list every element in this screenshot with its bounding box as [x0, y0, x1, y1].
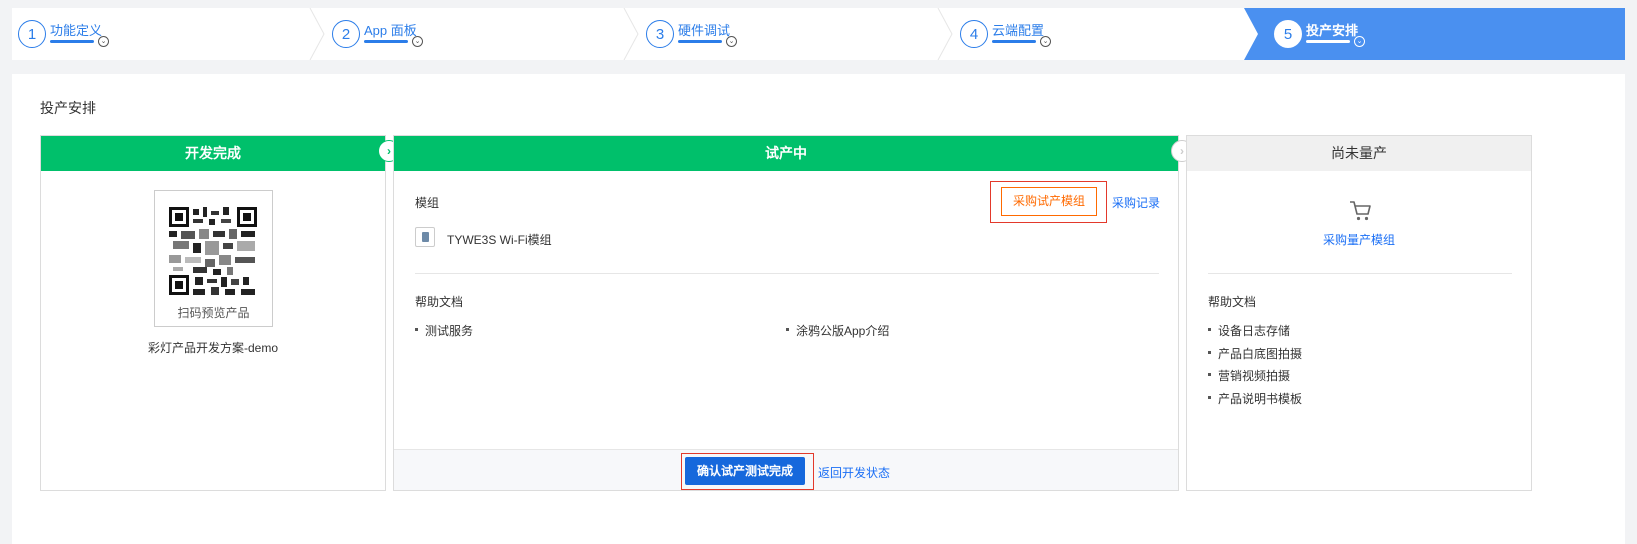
confirm-trial-complete-button[interactable]: 确认试产测试完成	[685, 457, 805, 485]
step-3[interactable]: 3 硬件调试 ⌄	[640, 8, 940, 60]
progress-stepper: 1 功能定义 ⌄ 2 App 面板 ⌄ 3 硬件调试 ⌄ 4 云端配置 ⌄ 5 …	[12, 8, 1625, 60]
step-number: 3	[646, 20, 674, 48]
back-to-dev-link[interactable]: 返回开发状态	[818, 464, 890, 481]
qr-preview: 扫码预览产品	[154, 190, 273, 327]
chevron-down-icon[interactable]: ⌄	[1040, 36, 1051, 47]
cart-icon[interactable]	[1349, 200, 1373, 222]
scheme-name: 彩灯产品开发方案-demo	[147, 341, 278, 355]
module-name: TYWE3S Wi-Fi模组	[447, 233, 552, 247]
step-label: 功能定义	[50, 23, 103, 38]
help-link-marketing-video[interactable]: 营销视频拍摄	[1208, 367, 1290, 384]
step-label: 硬件调试	[678, 23, 731, 38]
step-label: 投产安排	[1306, 23, 1359, 38]
step-number: 5	[1274, 20, 1302, 48]
dev-complete-column: 开发完成 扫码预览产品 彩灯产品开发方案-demo	[40, 135, 386, 491]
step-4[interactable]: 4 云端配置 ⌄	[954, 8, 1244, 60]
step-progress-bar	[364, 40, 408, 43]
step-separator	[309, 8, 325, 60]
step-progress-bar	[1306, 40, 1350, 43]
column-header: 开发完成	[41, 136, 385, 171]
column-footer: 确认试产测试完成 返回开发状态	[394, 449, 1178, 490]
help-link-app-intro[interactable]: 涂鸦公版App介绍	[786, 322, 889, 339]
chevron-down-icon[interactable]: ⌄	[412, 36, 423, 47]
buy-mass-module-link[interactable]: 采购量产模组	[1187, 231, 1531, 248]
column-header: 尚未量产	[1187, 136, 1531, 171]
divider	[1208, 273, 1512, 274]
step-label: 云端配置	[992, 23, 1045, 38]
chevron-down-icon[interactable]: ⌄	[1354, 36, 1365, 47]
main-panel: 投产安排 开发完成 扫码预览产品 彩灯产品开发方案-demo › 试产中 模组 …	[12, 74, 1625, 544]
qr-caption: 扫码预览产品	[177, 306, 250, 320]
step-number: 1	[18, 20, 46, 48]
help-link-manual-template[interactable]: 产品说明书模板	[1208, 390, 1302, 407]
step-separator	[937, 8, 953, 60]
trial-production-column: 试产中 模组 采购试产模组 采购记录 TYWE3S Wi-Fi模组 帮助文档 测…	[393, 135, 1179, 491]
help-link-white-bg-photo[interactable]: 产品白底图拍摄	[1208, 345, 1302, 362]
mass-production-column: 尚未量产 采购量产模组 帮助文档 设备日志存储 产品白底图拍摄 营销视频拍摄 产…	[1186, 135, 1532, 491]
qr-code	[169, 207, 257, 295]
step-progress-bar	[992, 40, 1036, 43]
step-number: 2	[332, 20, 360, 48]
step-progress-bar	[50, 40, 94, 43]
help-link-device-log[interactable]: 设备日志存储	[1208, 322, 1290, 339]
column-header: 试产中	[394, 136, 1178, 171]
step-separator	[623, 8, 639, 60]
chevron-down-icon[interactable]: ⌄	[98, 36, 109, 47]
step-2[interactable]: 2 App 面板 ⌄	[326, 8, 626, 60]
step-label: App 面板	[364, 23, 417, 38]
step-number: 4	[960, 20, 988, 48]
buy-trial-module-button[interactable]: 采购试产模组	[1001, 187, 1097, 216]
chevron-down-icon[interactable]: ⌄	[726, 36, 737, 47]
purchase-record-link[interactable]: 采购记录	[1112, 194, 1160, 211]
step-5[interactable]: 5 投产安排 ⌄	[1268, 8, 1468, 60]
help-link-test-service[interactable]: 测试服务	[415, 322, 473, 339]
help-docs-label: 帮助文档	[415, 295, 464, 309]
module-chip-icon	[415, 227, 435, 247]
divider	[415, 273, 1159, 274]
page-title: 投产安排	[40, 100, 96, 116]
help-docs-label: 帮助文档	[1208, 295, 1257, 309]
step-1[interactable]: 1 功能定义 ⌄	[12, 8, 312, 60]
module-section-label: 模组	[415, 196, 440, 210]
step-progress-bar	[678, 40, 722, 43]
